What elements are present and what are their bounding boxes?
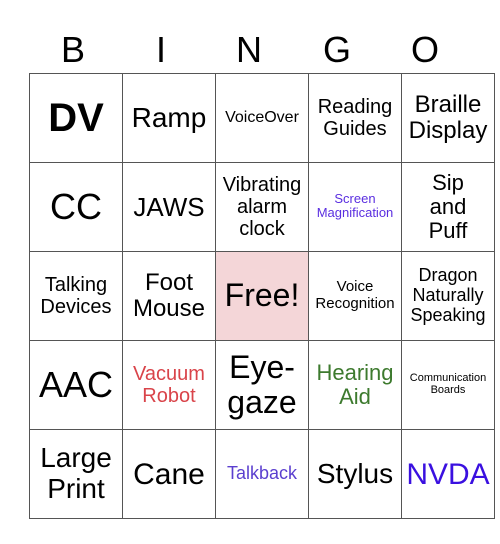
bingo-cell[interactable]: Dragon Naturally Speaking [401, 251, 495, 341]
bingo-cell[interactable]: CC [29, 162, 123, 252]
cell-label: Talkback [226, 463, 298, 484]
bingo-cell[interactable]: VoiceOver [215, 73, 309, 163]
cell-label: Vibrating alarm clock [222, 174, 302, 240]
bingo-cell[interactable]: DV [29, 73, 123, 163]
bingo-cell[interactable]: Vacuum Robot [122, 340, 216, 430]
bingo-card: DV Ramp VoiceOver Reading Guides Braille Dis… [29, 73, 495, 519]
bingo-cell[interactable]: Eye- gaze [215, 340, 309, 430]
bingo-row: Talking Devices Foot Mouse Free! Voice Reco… [29, 251, 495, 341]
bingo-row: CC JAWS Vibrating alarm clock Screen Magnif… [29, 162, 495, 252]
bingo-cell[interactable]: Hearing Aid [308, 340, 402, 430]
bingo-cell[interactable]: Braille Display [401, 73, 495, 163]
header-letter-o: O [410, 29, 439, 70]
cell-label: Communication Boards [409, 372, 487, 397]
cell-label: Eye- gaze [227, 348, 297, 420]
cell-label: Braille Display [408, 90, 488, 144]
cell-label: Voice Recognition [315, 278, 395, 312]
cell-label: Stylus [316, 457, 394, 489]
bingo-row: AAC Vacuum Robot Eye- gaze Hearing Aid Commu… [29, 340, 495, 430]
bingo-row: Large Print Cane Talkback Stylus NVDA [29, 429, 495, 519]
bingo-cell[interactable]: Ramp [122, 73, 216, 163]
cell-label: Hearing Aid [316, 359, 394, 409]
cell-label: Reading Guides [317, 96, 393, 140]
bingo-cell[interactable]: NVDA [401, 429, 495, 519]
header-letter-n: N [236, 29, 262, 70]
header-letter-g: G [322, 29, 351, 70]
cell-label: Sip and Puff [428, 169, 468, 244]
cell-label: Talking Devices [40, 274, 112, 318]
cell-label: AAC [38, 364, 114, 406]
header-letter-b: B [60, 29, 85, 70]
cell-label: Ramp [131, 101, 207, 133]
free-space-cell[interactable]: Free! [215, 251, 309, 341]
cell-label: Free! [224, 277, 300, 314]
bingo-cell[interactable]: Voice Recognition [308, 251, 402, 341]
bingo-cell[interactable]: Screen Magnification [308, 162, 402, 252]
bingo-cell[interactable]: AAC [29, 340, 123, 430]
cell-label: Foot Mouse [132, 268, 206, 322]
cell-label: NVDA [406, 457, 490, 491]
cell-label: CC [50, 186, 102, 228]
cell-label: JAWS [133, 191, 205, 222]
bingo-cell[interactable]: Stylus [308, 429, 402, 519]
bingo-cell[interactable]: Cane [122, 429, 216, 519]
bingo-cell[interactable]: JAWS [122, 162, 216, 252]
bingo-cell[interactable]: Reading Guides [308, 73, 402, 163]
bingo-cell[interactable]: Large Print [29, 429, 123, 519]
bingo-header: B I N G O [29, 28, 469, 72]
cell-label: Cane [133, 457, 205, 491]
cell-label: VoiceOver [225, 109, 299, 127]
cell-label: Screen Magnification [316, 191, 394, 221]
cell-label: Vacuum Robot [133, 363, 205, 407]
bingo-cell[interactable]: Talkback [215, 429, 309, 519]
header-letter-i: I [155, 29, 166, 70]
cell-label: Dragon Naturally Speaking [410, 265, 486, 325]
bingo-row: DV Ramp VoiceOver Reading Guides Braille Dis… [29, 73, 495, 163]
cell-label: Large Print [40, 442, 112, 504]
bingo-cell[interactable]: Vibrating alarm clock [215, 162, 309, 252]
bingo-cell[interactable]: Foot Mouse [122, 251, 216, 341]
cell-label: DV [48, 96, 104, 140]
bingo-cell[interactable]: Sip and Puff [401, 162, 495, 252]
bingo-cell[interactable]: Communication Boards [401, 340, 495, 430]
bingo-cell[interactable]: Talking Devices [29, 251, 123, 341]
